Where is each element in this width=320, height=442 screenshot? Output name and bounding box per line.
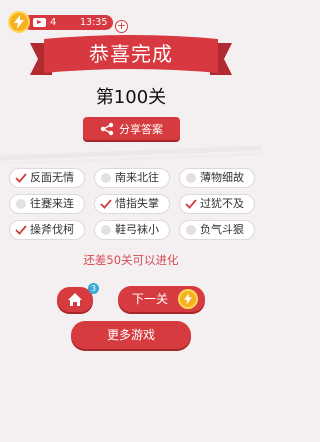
unchecked-dot-icon: [16, 199, 26, 209]
next-level-label: 下一关: [132, 292, 169, 306]
check-icon: [15, 173, 27, 183]
next-level-button[interactable]: 下一关: [118, 286, 205, 312]
share-answer-label: 分享答案: [119, 122, 163, 136]
evolve-notice: 还差50关可以进化: [83, 253, 179, 267]
lightning-icon: [178, 289, 198, 309]
more-games-button[interactable]: 更多游戏: [71, 321, 191, 349]
idiom-text: 操斧伐柯: [30, 223, 74, 236]
idiom-item[interactable]: 往蹇来连: [9, 194, 85, 214]
idiom-text: 往蹇来连: [30, 197, 74, 210]
idiom-text: 鞋弓袜小: [115, 223, 159, 236]
unchecked-dot-icon: [186, 225, 196, 235]
idiom-item[interactable]: 反面无情: [9, 168, 85, 188]
idiom-text: 南来北往: [115, 171, 159, 184]
share-answer-button[interactable]: 分享答案: [83, 117, 180, 140]
idiom-item[interactable]: 南来北往: [94, 168, 170, 188]
idiom-text: 负气斗狠: [200, 223, 244, 236]
idiom-item[interactable]: 负气斗狠: [179, 220, 255, 240]
idiom-text: 过犹不及: [200, 197, 244, 210]
idiom-text: 反面无情: [30, 171, 74, 184]
energy-timer: 13:35: [80, 17, 108, 28]
idiom-text: 惜指失掌: [115, 197, 159, 210]
home-badge: 3: [88, 283, 99, 294]
energy-count: 4: [50, 17, 57, 28]
level-complete-screen: 4 13:35 + 恭喜完成 第100关 分享答案 反面无情 南来北往 薄物细故…: [0, 0, 262, 442]
share-icon: [100, 122, 114, 135]
check-icon: [185, 199, 197, 209]
completion-title: 恭喜完成: [89, 42, 173, 66]
idiom-text: 薄物细故: [200, 171, 244, 184]
level-number: 第100关: [95, 87, 167, 108]
decorative-stripes: [0, 145, 262, 164]
home-icon: [68, 293, 82, 306]
idiom-item[interactable]: 操斧伐柯: [9, 220, 85, 240]
idiom-item[interactable]: 惜指失掌: [94, 194, 170, 214]
unchecked-dot-icon: [186, 173, 196, 183]
unchecked-dot-icon: [101, 225, 111, 235]
check-icon: [15, 225, 27, 235]
idiom-item[interactable]: 过犹不及: [179, 194, 255, 214]
check-icon: [100, 199, 112, 209]
lightning-icon: [8, 11, 30, 33]
idiom-item[interactable]: 鞋弓袜小: [94, 220, 170, 240]
add-energy-button[interactable]: +: [115, 20, 128, 33]
idiom-item[interactable]: 薄物细故: [179, 168, 255, 188]
unchecked-dot-icon: [101, 173, 111, 183]
energy-pill: 4 13:35 +: [23, 15, 128, 33]
video-icon[interactable]: [33, 18, 46, 27]
